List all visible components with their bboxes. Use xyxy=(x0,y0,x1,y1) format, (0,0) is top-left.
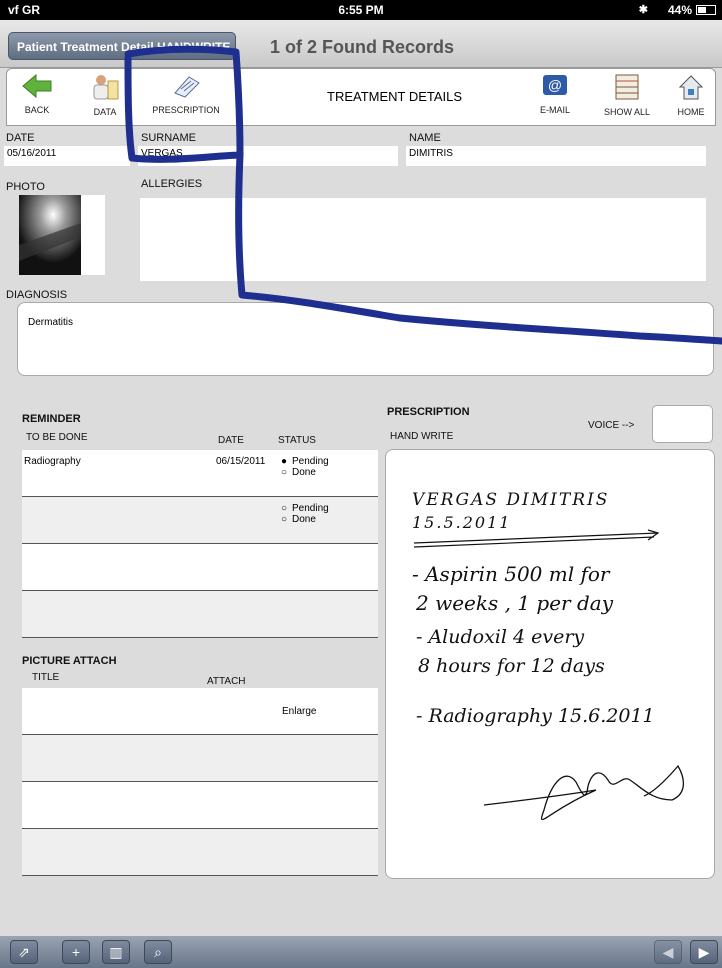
back-label: BACK xyxy=(24,105,50,115)
reminder-col-date: DATE xyxy=(218,435,244,446)
patient-photo-image xyxy=(19,195,81,275)
radio-empty-icon[interactable]: ○ xyxy=(281,467,287,478)
voice-record-button[interactable] xyxy=(652,405,713,443)
name-label: NAME xyxy=(409,132,441,144)
handwritten-line: - Aludoxil 4 every xyxy=(416,626,584,648)
attach-row[interactable]: Enlarge xyxy=(22,688,378,735)
status-pending-label: Pending xyxy=(292,503,329,514)
handwritten-line: VERGAS DIMITRIS xyxy=(412,490,609,510)
date-label: DATE xyxy=(6,132,35,144)
bluetooth-icon: ✱ xyxy=(638,4,648,16)
date-field[interactable]: 05/16/2011 xyxy=(4,146,130,166)
radio-empty-icon[interactable]: ○ xyxy=(281,514,287,525)
handwrite-canvas[interactable]: VERGAS DIMITRIS 15.5.2011 - Aspirin 500 … xyxy=(385,449,715,879)
data-button[interactable]: DATA xyxy=(85,73,125,117)
email-button[interactable]: @ E-MAIL xyxy=(533,73,577,115)
allergies-field[interactable] xyxy=(140,198,706,281)
attach-col-attach: ATTACH xyxy=(207,676,246,687)
prescription-pad-icon xyxy=(174,76,200,98)
bottom-toolbar: ⇗ + ▥ ⌕ ◀ ▶ xyxy=(0,936,722,968)
surname-field[interactable]: VERGAS xyxy=(138,146,398,166)
toolbar: BACK DATA PRESCRIPTION TREATMENT DETAILS… xyxy=(6,68,716,126)
trash-icon[interactable]: ▥ xyxy=(102,940,130,964)
radio-empty-icon[interactable]: ○ xyxy=(281,503,287,514)
diagnosis-field[interactable]: Dermatitis xyxy=(17,302,714,376)
reminder-date: 06/15/2011 xyxy=(216,456,266,467)
data-label: DATA xyxy=(93,107,117,117)
title-bar: Patient Treatment Detail HANDWRITE 1 of … xyxy=(0,20,722,68)
records-stack-icon xyxy=(615,74,639,100)
prescription-button[interactable]: PRESCRIPTION xyxy=(147,73,225,115)
reminder-row[interactable] xyxy=(22,544,378,591)
allergies-label: ALLERGIES xyxy=(141,178,203,190)
photo-label: PHOTO xyxy=(6,181,45,193)
diagnosis-label: DIAGNOSIS xyxy=(6,289,68,301)
add-icon[interactable]: + xyxy=(62,940,90,964)
radio-filled-icon[interactable]: ● xyxy=(281,456,287,467)
handwritten-line: 2 weeks , 1 per day xyxy=(415,591,614,615)
layout-selector-button[interactable]: Patient Treatment Detail HANDWRITE xyxy=(8,32,236,60)
battery-icon xyxy=(696,5,716,15)
reminder-title: REMINDER xyxy=(22,413,81,425)
show-all-button[interactable]: SHOW ALL xyxy=(601,73,653,117)
reminder-col-todo: TO BE DONE xyxy=(26,432,88,443)
handwritten-line: - Radiography 15.6.2011 xyxy=(416,705,655,727)
battery-percent: 44% xyxy=(667,3,692,17)
prescription-title: PRESCRIPTION xyxy=(387,406,470,418)
reminder-row[interactable] xyxy=(22,591,378,638)
attach-row[interactable] xyxy=(22,782,378,829)
previous-record-icon[interactable]: ◀ xyxy=(654,940,682,964)
back-arrow-icon xyxy=(22,73,52,99)
share-icon[interactable]: ⇗ xyxy=(10,940,38,964)
handwriting-drawing: VERGAS DIMITRIS 15.5.2011 - Aspirin 500 … xyxy=(412,490,684,821)
picture-attach-title: PICTURE ATTACH xyxy=(22,655,117,667)
status-pending-label: Pending xyxy=(292,456,329,467)
email-icon: @ xyxy=(543,75,567,95)
handwritten-line: 8 hours for 12 days xyxy=(418,655,605,677)
hand-write-label: HAND WRITE xyxy=(390,431,454,442)
prescription-label: PRESCRIPTION xyxy=(152,105,220,115)
surname-label: SURNAME xyxy=(141,132,197,144)
home-button[interactable]: HOME xyxy=(673,73,709,117)
next-record-icon[interactable]: ▶ xyxy=(690,940,718,964)
found-records-count: 1 of 2 Found Records xyxy=(270,37,455,57)
attach-row[interactable] xyxy=(22,829,378,876)
voice-label: VOICE --> xyxy=(588,420,635,431)
doctor-icon xyxy=(93,75,119,100)
status-bar: vf GR 6:55 PM ✱ 44% xyxy=(0,0,722,20)
email-label: E-MAIL xyxy=(539,105,570,115)
back-button[interactable]: BACK xyxy=(15,73,59,115)
name-field[interactable]: DIMITRIS xyxy=(406,146,706,166)
reminder-col-status: STATUS xyxy=(278,435,316,446)
status-done-label: Done xyxy=(292,467,316,478)
reminder-row[interactable]: ○ Pending ○ Done xyxy=(22,497,378,544)
handwritten-line: - Aspirin 500 ml for xyxy=(412,562,611,586)
search-icon[interactable]: ⌕ xyxy=(144,940,172,964)
reminder-todo: Radiography xyxy=(24,456,81,467)
patient-photo[interactable] xyxy=(19,195,105,275)
status-done-label: Done xyxy=(292,514,316,525)
home-label: HOME xyxy=(677,107,705,117)
reminder-row[interactable]: Radiography 06/15/2011 ● Pending ○ Done xyxy=(22,450,378,497)
toolbar-title: TREATMENT DETAILS xyxy=(327,89,463,104)
show-all-label: SHOW ALL xyxy=(603,107,650,117)
home-icon xyxy=(678,75,704,100)
enlarge-link[interactable]: Enlarge xyxy=(282,706,316,717)
attach-row[interactable] xyxy=(22,735,378,782)
attach-col-title: TITLE xyxy=(32,672,60,683)
svg-text:@: @ xyxy=(548,77,562,93)
handwritten-line: 15.5.2011 xyxy=(412,513,511,532)
clock: 6:55 PM xyxy=(338,3,384,17)
